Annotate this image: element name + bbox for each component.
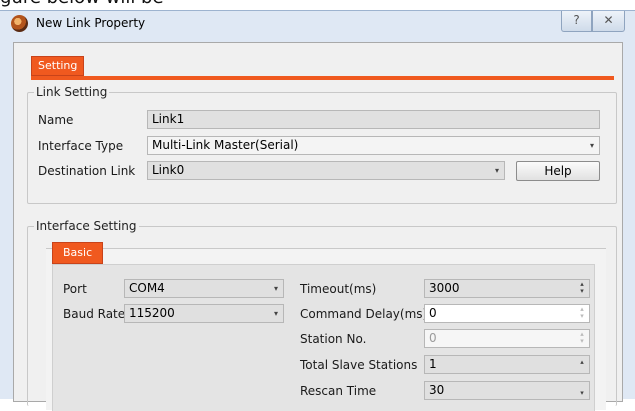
baud-rate-label: Baud Rate bbox=[63, 307, 126, 321]
total-slave-stations-spinbox[interactable]: 1 ▴ bbox=[424, 355, 590, 374]
command-delay-spinbox[interactable]: 0 ▴ ▾ bbox=[424, 304, 590, 323]
interface-basic-panel: Basic Port COM4 ▾ Baud Rate 115200 ▾ Tim… bbox=[46, 242, 606, 411]
timeout-spinbox[interactable]: 3000 ▴ ▾ bbox=[424, 279, 590, 298]
total-slave-stations-label: Total Slave Stations bbox=[300, 358, 418, 372]
spin-down-icon[interactable]: ▾ bbox=[580, 312, 584, 320]
interface-setting-legend: Interface Setting bbox=[34, 219, 139, 233]
chevron-down-icon: ▾ bbox=[273, 309, 278, 318]
close-button[interactable]: ✕ bbox=[592, 11, 625, 32]
spin-down-icon[interactable]: ▾ bbox=[578, 390, 586, 397]
new-link-property-dialog: New Link Property ? ✕ Setting Link Setti… bbox=[0, 10, 635, 411]
timeout-value: 3000 bbox=[429, 281, 460, 295]
station-no-value: 0 bbox=[429, 331, 437, 345]
baud-rate-value: 115200 bbox=[129, 306, 175, 320]
port-label: Port bbox=[63, 282, 87, 296]
link-setting-legend: Link Setting bbox=[34, 85, 110, 99]
help-button[interactable]: Help bbox=[516, 161, 600, 181]
chevron-down-icon: ▾ bbox=[589, 141, 594, 150]
timeout-label: Timeout(ms) bbox=[300, 282, 377, 296]
help-title-button[interactable]: ? bbox=[561, 11, 592, 32]
spin-arrows-icon[interactable]: ▴ ▾ bbox=[578, 306, 586, 320]
tab-setting[interactable]: Setting bbox=[31, 56, 85, 76]
spin-down-icon[interactable]: ▾ bbox=[580, 287, 584, 295]
destination-link-select[interactable]: Link0 ▾ bbox=[147, 161, 505, 180]
spin-arrows-icon: ▴ ▾ bbox=[578, 331, 586, 345]
spin-up-icon[interactable]: ▴ bbox=[578, 359, 586, 366]
destination-link-label: Destination Link bbox=[38, 164, 136, 178]
title-bar: New Link Property ? ✕ bbox=[0, 11, 635, 38]
interface-type-select[interactable]: Multi-Link Master(Serial) ▾ bbox=[147, 136, 600, 155]
rescan-time-label: Rescan Time bbox=[300, 384, 377, 398]
link-setting-group: Link Setting Name Link1 Interface Type M… bbox=[27, 85, 617, 204]
chevron-down-icon: ▾ bbox=[273, 284, 278, 293]
station-no-label: Station No. bbox=[300, 332, 367, 346]
spin-arrows-icon[interactable]: ▴ ▾ bbox=[578, 281, 586, 295]
port-value: COM4 bbox=[129, 281, 165, 295]
basic-settings-body: Port COM4 ▾ Baud Rate 115200 ▾ Timeout(m… bbox=[52, 264, 595, 411]
tab-setting-underline bbox=[31, 76, 614, 80]
app-logo-icon bbox=[11, 15, 28, 32]
station-no-spinbox: 0 ▴ ▾ bbox=[424, 329, 590, 348]
rescan-time-spinbox[interactable]: 30 ▾ bbox=[424, 381, 590, 400]
name-field[interactable]: Link1 bbox=[147, 110, 600, 129]
destination-link-value: Link0 bbox=[152, 163, 185, 177]
interface-type-value: Multi-Link Master(Serial) bbox=[152, 138, 299, 152]
chevron-down-icon: ▾ bbox=[494, 166, 499, 175]
command-delay-value: 0 bbox=[429, 306, 437, 320]
tab-basic[interactable]: Basic bbox=[52, 242, 104, 264]
caption-text: gure below will be bbox=[0, 0, 164, 8]
interface-type-label: Interface Type bbox=[38, 139, 124, 153]
command-delay-label: Command Delay(ms) bbox=[300, 307, 428, 321]
name-label: Name bbox=[38, 113, 74, 127]
total-slave-stations-value: 1 bbox=[429, 357, 437, 371]
port-select[interactable]: COM4 ▾ bbox=[124, 279, 284, 298]
spin-down-icon: ▾ bbox=[580, 337, 584, 345]
window-title: New Link Property bbox=[36, 16, 146, 30]
baud-rate-select[interactable]: 115200 ▾ bbox=[124, 304, 284, 323]
rescan-time-value: 30 bbox=[429, 383, 445, 397]
